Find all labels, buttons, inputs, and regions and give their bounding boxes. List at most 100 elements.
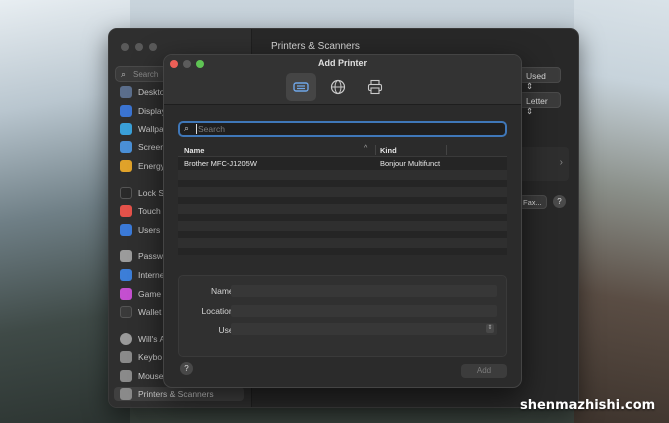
sidebar-item-lock-screen[interactable]: Lock S (120, 186, 164, 200)
chevron-right-icon: › (559, 157, 563, 168)
sidebar-item-label: Screen (138, 142, 165, 152)
sidebar-item-wallet[interactable]: Wallet (120, 305, 161, 319)
text-cursor (196, 124, 197, 134)
mouse-icon (120, 370, 132, 382)
table-row-empty (178, 238, 507, 248)
desktop-icon (120, 86, 132, 98)
tab-windows[interactable] (360, 73, 390, 101)
column-header-kind[interactable]: Kind (380, 146, 397, 155)
tab-ip[interactable] (323, 73, 353, 101)
fingerprint-icon (120, 205, 132, 217)
printer-name-cell: Brother MFC-J1205W (184, 159, 257, 168)
globe-icon (330, 79, 346, 95)
battery-icon (120, 160, 132, 172)
close-button[interactable] (121, 43, 129, 51)
select-value: Used (526, 71, 546, 81)
dialog-title: Add Printer (317, 58, 367, 68)
search-icon: ⌕ (184, 123, 190, 133)
printer-type-tabs (286, 73, 390, 101)
at-icon (120, 269, 132, 281)
table-row-empty (178, 204, 507, 214)
help-button[interactable]: ? (553, 195, 566, 208)
use-driver-select[interactable]: ⇕ (231, 323, 497, 335)
window-controls (121, 43, 157, 51)
avatar-icon (120, 333, 132, 345)
printer-icon (367, 79, 383, 95)
zoom-button[interactable] (149, 43, 157, 51)
table-row-empty (178, 170, 507, 180)
table-row[interactable]: Brother MFC-J1205W Bonjour Multifunct (178, 158, 507, 168)
sidebar-item-keyboard[interactable]: Keybo (120, 350, 162, 364)
column-header-name[interactable]: Name (184, 146, 204, 155)
lock-icon (120, 187, 132, 199)
screen-saver-icon (120, 141, 132, 153)
sidebar-item-passwords[interactable]: Passw (120, 249, 163, 263)
sidebar-item-game-center[interactable]: Game (120, 287, 161, 301)
dialog-toolbar: Add Printer (164, 55, 521, 105)
sidebar-item-label: Wallpa (138, 124, 164, 134)
tab-default[interactable] (286, 73, 316, 101)
table-row-empty (178, 221, 507, 231)
sidebar-item-label: Mouse (138, 371, 164, 381)
location-field[interactable] (231, 305, 497, 317)
column-divider[interactable] (375, 145, 376, 155)
printer-search-input[interactable]: ⌕ Search (178, 121, 507, 137)
sidebar-item-users[interactable]: Users (120, 223, 160, 237)
minimize-button[interactable] (135, 43, 143, 51)
sidebar-item-touch-id[interactable]: Touch (120, 204, 161, 218)
add-button[interactable]: Add (461, 364, 507, 378)
column-divider[interactable] (446, 145, 447, 155)
page-title: Printers & Scanners (271, 41, 360, 52)
sidebar-item-label: Wallet (138, 307, 162, 317)
select-value: Letter (526, 96, 548, 106)
sidebar-item-desktop[interactable]: Deskto (120, 85, 164, 99)
sidebar-item-label: Display (138, 106, 166, 116)
fax-button[interactable]: Fax... (519, 195, 547, 209)
users-icon (120, 224, 132, 236)
table-row-empty (178, 187, 507, 197)
sidebar-item-energy[interactable]: Energy (120, 159, 165, 173)
name-field[interactable] (231, 285, 497, 297)
sidebar-item-label: Will's A (138, 334, 166, 344)
sort-ascending-icon[interactable]: ^ (364, 145, 367, 152)
printer-default-icon (293, 82, 309, 92)
default-printer-select[interactable]: Used ⇕ (519, 67, 561, 91)
sidebar-item-label: Energy (138, 161, 165, 171)
sidebar-item-mouse[interactable]: Mouse (120, 369, 164, 383)
sidebar-item-label: Deskto (138, 87, 165, 97)
printer-kind-cell: Bonjour Multifunct (380, 159, 441, 168)
paper-size-select[interactable]: Letter ⇕ (519, 92, 561, 116)
printer-list-table: Name ^ Kind Brother MFC-J1205W Bonjour M… (178, 143, 507, 255)
sidebar-item-screen-saver[interactable]: Screen (120, 140, 165, 154)
sidebar-item-internet-accounts[interactable]: Interne (120, 268, 164, 282)
printer-icon (120, 388, 132, 400)
search-icon: ⌕ (121, 69, 127, 79)
desktop-background-right (574, 0, 669, 423)
displays-icon (120, 105, 132, 117)
sidebar-item-wallpaper[interactable]: Wallpa (120, 122, 164, 136)
help-button[interactable]: ? (180, 362, 193, 375)
keyboard-icon (120, 351, 132, 363)
sidebar-search-placeholder: Search (133, 70, 159, 79)
game-center-icon (120, 288, 132, 300)
sidebar-item-label: Keybo (138, 352, 163, 362)
table-header: Name ^ Kind (178, 143, 507, 157)
sidebar-item-displays[interactable]: Display (120, 104, 166, 118)
chevron-updown-icon: ⇕ (486, 324, 494, 333)
sidebar-item-label: Touch (138, 206, 161, 216)
sidebar-item-label: Lock S (138, 188, 164, 198)
printer-list-row[interactable]: › (519, 147, 569, 181)
sidebar-item-label: Users (138, 225, 161, 235)
wallet-icon (120, 306, 132, 318)
printer-details-form: Name: Location: Use: ⇕ (178, 275, 507, 357)
sidebar-item-label: Game (138, 289, 162, 299)
sidebar-item-label: Interne (138, 270, 165, 280)
sidebar-item-apple-id[interactable]: Will's A (120, 332, 165, 346)
watermark-text: shenmazhishi.com (520, 398, 656, 413)
wallpaper-icon (120, 123, 132, 135)
add-printer-dialog: Add Printer ⌕ Search Name ^ Kind Brother… (163, 54, 522, 388)
sidebar-item-label: Passw (138, 251, 164, 261)
sidebar-item-label: Printers & Scanners (138, 389, 214, 399)
search-placeholder: Search (198, 124, 225, 134)
sidebar-item-printers-scanners[interactable]: Printers & Scanners (114, 387, 244, 401)
